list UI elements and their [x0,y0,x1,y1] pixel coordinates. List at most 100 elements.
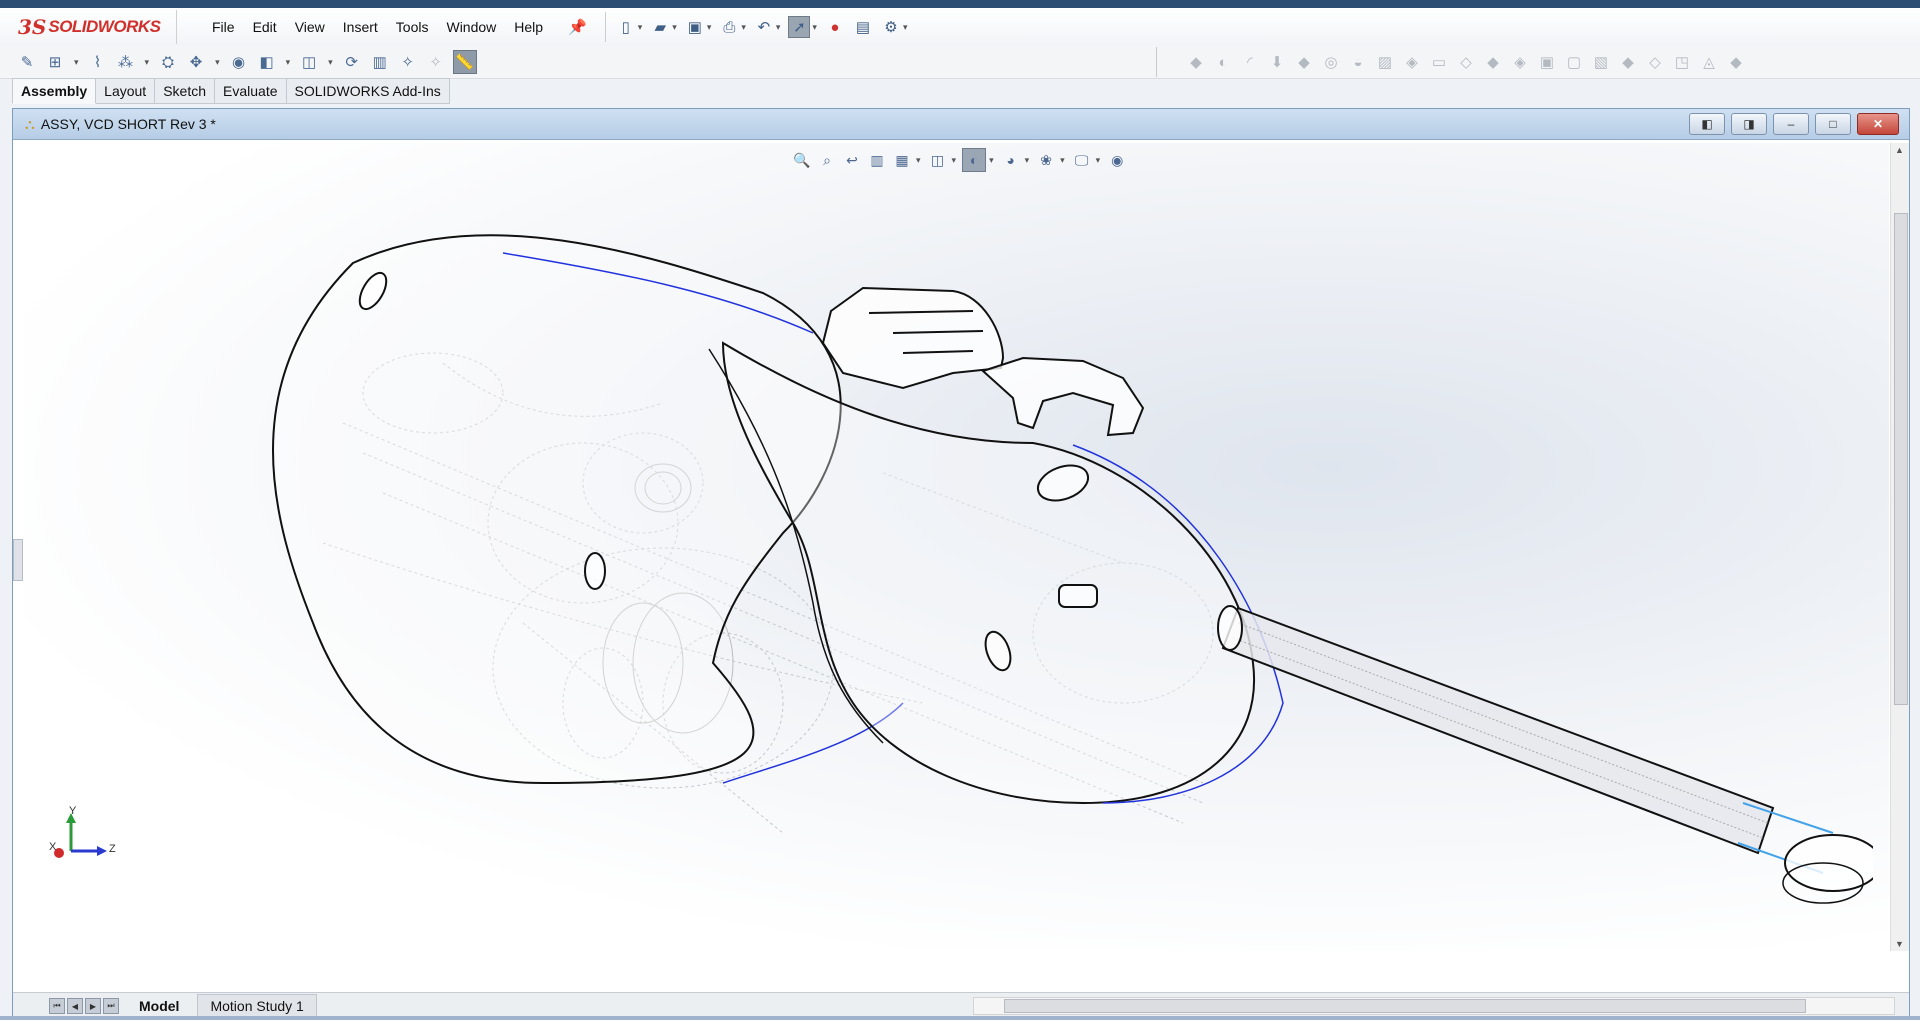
feature-manager-collapse-handle[interactable] [13,539,23,581]
close-button[interactable]: ✕ [1857,113,1899,135]
linear-pattern-icon[interactable]: ⁂ [115,51,137,73]
open-dropdown-icon[interactable]: ▾ [672,22,677,33]
open-folder-icon[interactable]: ▰ [650,17,670,37]
tab-layout[interactable]: Layout [96,78,156,104]
menu-bar: 3S SOLIDWORKS File Edit View Insert Tool… [0,8,1920,47]
menu-file[interactable]: File [203,15,244,39]
dome-icon: ◈ [1514,54,1526,71]
tab-solidworks-addins[interactable]: SOLIDWORKS Add-Ins [286,78,450,104]
tile-left-icon[interactable]: ◧ [1689,113,1725,135]
exploded-view-icon[interactable]: ✧ [397,51,419,73]
next-tab-icon[interactable]: ▶ [85,998,101,1014]
ds-logo-mark: 3S [18,15,47,39]
save-icon[interactable]: ▣ [685,17,705,37]
shell-icon: ▭ [1431,54,1447,71]
probe-shaft [1217,605,1873,904]
reference-dropdown-icon[interactable]: ▾ [328,57,333,68]
menu-window[interactable]: Window [437,15,505,39]
scroll-up-icon[interactable]: ▲ [1895,145,1904,155]
intersect-icon: ▢ [1566,54,1582,71]
reference-geometry-icon[interactable]: ◫ [298,51,320,73]
scroll-down-icon[interactable]: ▼ [1895,939,1904,949]
mirror-icon: ◆ [1487,54,1499,71]
new-document-icon[interactable]: ▯ [616,17,636,37]
edit-component-icon[interactable]: ✎ [16,51,38,73]
feature-toolbar-disabled: ◆ ◐ ◜ ⬇ ◆ ◎ ◒ ▨ ◈ ▭ ◇ ◆ ◈ ▣ ▢ ▧ ◆ ◇ ◳ ◬ … [1185,51,1752,73]
save-dropdown-icon[interactable]: ▾ [707,22,712,33]
maximize-button[interactable]: □ [1815,113,1851,135]
left-housing-outline [272,234,842,785]
quick-access-toolbar: ▯ ▾ ▰ ▾ ▣ ▾ ⎙ ▾ ↶ ▾ ➚ ▾ ● ▤ ⚙ ▾ [604,12,916,42]
document-title: ASSY, VCD SHORT Rev 3 * [40,116,216,132]
tab-model[interactable]: Model [127,995,191,1017]
print-icon[interactable]: ⎙ [719,17,739,37]
pin-menu-icon[interactable]: 📌 [568,18,587,36]
options-gear-icon[interactable]: ⚙ [881,17,901,37]
top-clip [821,286,1145,437]
mate-paperclip-icon[interactable]: ⌇ [87,51,109,73]
vertical-scrollbar[interactable]: ▲ ▼ [1890,143,1909,951]
window-frame [0,0,1920,8]
insert-components-dropdown-icon[interactable]: ▾ [74,57,79,68]
measure-ruler-icon[interactable]: 📏 [452,50,477,74]
show-hidden-icon[interactable]: ◉ [228,51,250,73]
chamfer-icon: ▨ [1377,54,1393,71]
assembly-features-icon[interactable]: ◧ [256,51,278,73]
logo-text: SOLIDWORKS [48,17,161,36]
right-housing-outline [721,341,1256,805]
last-tab-icon[interactable]: ⏭ [103,998,119,1014]
fillet-icon: ◒ [1353,53,1363,71]
previous-tab-icon[interactable]: ◀ [67,998,83,1014]
triad-axes [54,813,107,858]
insert-components-icon[interactable]: ⊞ [44,51,66,73]
minimize-button[interactable]: – [1773,113,1809,135]
wrap-icon: ▣ [1539,54,1555,71]
menu-edit[interactable]: Edit [244,15,286,39]
document-title-bar: ⛬ ASSY, VCD SHORT Rev 3 * ◧ ◨ – □ ✕ [13,109,1909,140]
smart-fasteners-icon[interactable]: ⛭ [157,51,179,73]
horizontal-scroll-thumb[interactable] [1004,999,1806,1013]
pattern-dropdown-icon[interactable]: ▾ [145,57,150,68]
menu-help[interactable]: Help [505,15,552,39]
new-dropdown-icon[interactable]: ▾ [638,22,643,33]
vertical-scroll-thumb[interactable] [1894,213,1908,705]
horizontal-scrollbar[interactable] [973,997,1895,1015]
bottom-tab-bar: ⏮ ◀ ▶ ⏭ Model Motion Study 1 [13,992,1909,1019]
solidworks-logo[interactable]: 3S SOLIDWORKS [18,10,177,44]
command-manager-tabs: Assembly Layout Sketch Evaluate SOLIDWOR… [12,78,450,104]
bill-of-materials-icon[interactable]: ▥ [369,51,391,73]
undo-icon[interactable]: ↶ [754,17,774,37]
file-properties-icon[interactable]: ▤ [853,17,873,37]
move-component-icon[interactable]: ✥ [185,51,207,73]
menu-view[interactable]: View [286,15,334,39]
tab-assembly[interactable]: Assembly [12,78,97,104]
deform-icon: ◆ [1730,54,1742,71]
rib-icon: ◈ [1406,54,1418,71]
select-pointer-icon[interactable]: ➚ [788,16,811,38]
assembly-model-wireframe[interactable] [23,143,1873,951]
menu-tools[interactable]: Tools [387,15,438,39]
new-motion-study-icon[interactable]: ⟳ [341,51,363,73]
menu-insert[interactable]: Insert [334,15,387,39]
rebuild-traffic-light-icon[interactable]: ● [825,17,845,37]
reference-triad: Y Z X [45,805,125,891]
command-manager-toolbar: ✎ ⊞ ▾ ⌇ ⁂ ▾ ⛭ ✥ ▾ ◉ ◧ ▾ ◫ ▾ ⟳ ▥ ✧ ✧ 📏 ◆ ◐ ◜ ⬇… [0,46,1920,79]
graphics-area[interactable]: 🔍 ⌕ ↩ ▥ ▦ ▾ ◫ ▾ ◐ ▾ ◕ ▾ ❀ ▾ 🖵 ▾ ◉ Y Z X [23,143,1889,951]
tile-right-icon[interactable]: ◨ [1731,113,1767,135]
extruded-cut-icon: ⬇ [1270,54,1284,71]
select-dropdown-icon[interactable]: ▾ [812,22,817,33]
revolve-icon: ◐ [1218,53,1228,71]
document-window: ⛬ ASSY, VCD SHORT Rev 3 * ◧ ◨ – □ ✕ 🔍 ⌕ … [12,108,1910,1020]
options-dropdown-icon[interactable]: ▾ [903,22,908,33]
move-dropdown-icon[interactable]: ▾ [215,57,220,68]
move-face-icon: ◇ [1649,54,1661,71]
tab-motion-study-1[interactable]: Motion Study 1 [197,994,317,1018]
first-tab-icon[interactable]: ⏮ [49,998,65,1014]
print-dropdown-icon[interactable]: ▾ [741,22,746,33]
features-dropdown-icon[interactable]: ▾ [286,57,291,68]
undo-dropdown-icon[interactable]: ▾ [776,22,781,33]
tab-evaluate[interactable]: Evaluate [215,78,287,104]
tab-sketch[interactable]: Sketch [155,78,216,104]
instant3d-icon[interactable]: ✧ [425,51,447,73]
main-menu: File Edit View Insert Tools Window Help [203,15,552,39]
